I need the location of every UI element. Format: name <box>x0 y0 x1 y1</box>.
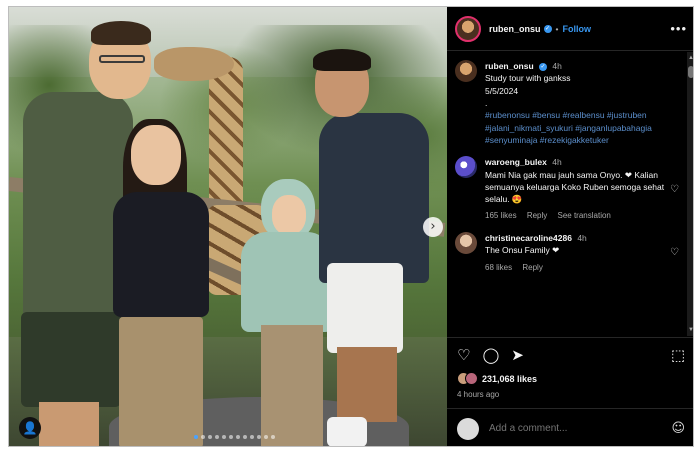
caption-row: ruben_onsu ✓ 4h Study tour with gankss 5… <box>455 60 679 146</box>
caption-body: ruben_onsu ✓ 4h Study tour with gankss 5… <box>485 60 679 146</box>
caption-line-1: Study tour with gankss <box>485 73 571 84</box>
action-icons: ♡ ◯ ➤ ⬚ <box>457 346 685 364</box>
instagram-post-modal: › 👤 ruben_onsu ✓ • Follow ••• ruben_onsu… <box>8 6 694 447</box>
follow-button[interactable]: Follow <box>563 24 592 34</box>
child-pants <box>261 325 323 446</box>
carousel-dot <box>215 435 219 439</box>
teen-legs <box>337 347 397 422</box>
post-photo[interactable]: › 👤 <box>9 7 447 446</box>
carousel-dot <box>264 435 268 439</box>
caption-author-avatar[interactable] <box>455 60 477 82</box>
see-translation-link[interactable]: See translation <box>558 211 611 220</box>
teen-shoes <box>327 417 367 446</box>
carousel-dots <box>194 435 275 439</box>
comment-body: waroeng_bulex 4h Mami Nia gak mau jauh s… <box>485 156 666 222</box>
teen-shirt <box>319 113 429 283</box>
scroll-up-arrow-icon[interactable]: ▲ <box>687 54 693 62</box>
current-user-avatar <box>457 417 479 440</box>
author-username[interactable]: ruben_onsu <box>489 24 541 34</box>
header-separator: • <box>555 23 559 34</box>
child-face <box>272 195 306 235</box>
carousel-dot <box>257 435 261 439</box>
comment-body: christinecaroline4286 4h The Onsu Family… <box>485 232 666 273</box>
carousel-dot <box>194 435 198 439</box>
carousel-dot <box>250 435 254 439</box>
share-send-icon[interactable]: ➤ <box>511 346 524 364</box>
commenter-avatar[interactable] <box>455 232 477 255</box>
carousel-dot <box>208 435 212 439</box>
comment-username[interactable]: christinecaroline4286 <box>485 233 572 243</box>
comment-like-heart-icon[interactable]: ♡ <box>670 247 679 258</box>
post-header: ruben_onsu ✓ • Follow ••• <box>447 7 693 51</box>
carousel-dot <box>236 435 240 439</box>
post-time-ago: 4 hours ago <box>457 390 500 399</box>
comment-row: christinecaroline4286 4h The Onsu Family… <box>455 232 679 273</box>
commenter-avatar[interactable] <box>455 156 477 179</box>
comment-likes[interactable]: 165 likes <box>485 211 517 220</box>
comment-meta: 165 likes Reply See translation <box>485 210 666 222</box>
comment-text: Mami Nia gak mau jauh sama Onyo. ❤ Kalia… <box>485 169 665 205</box>
scroll-down-arrow-icon[interactable]: ▼ <box>687 326 693 334</box>
carousel-dot <box>229 435 233 439</box>
comment-meta: 68 likes Reply <box>485 262 666 274</box>
more-options-icon[interactable]: ••• <box>670 21 687 36</box>
add-comment-input[interactable] <box>489 423 672 434</box>
carousel-dot <box>243 435 247 439</box>
caption-username[interactable]: ruben_onsu <box>485 61 534 71</box>
verified-badge-icon: ✓ <box>539 62 548 71</box>
carousel-dot <box>222 435 226 439</box>
comment-bubble-icon[interactable]: ◯ <box>482 346 499 364</box>
caption-line-3: . <box>485 97 488 108</box>
comment-time: 4h <box>577 233 587 244</box>
teen-shorts <box>327 263 403 353</box>
comment-likes[interactable]: 68 likes <box>485 263 512 272</box>
like-heart-icon[interactable]: ♡ <box>457 346 470 364</box>
author-avatar[interactable] <box>455 15 481 42</box>
scrollbar-thumb[interactable] <box>688 66 693 78</box>
likes-count[interactable]: 231,068 likes <box>482 374 537 384</box>
carousel-dot <box>271 435 275 439</box>
man-glasses <box>99 55 145 63</box>
add-comment-bar: ☺ <box>447 408 693 446</box>
man-hair <box>91 21 151 45</box>
comment-reply-button[interactable]: Reply <box>527 211 547 220</box>
girl-head <box>131 125 181 185</box>
comment-like-heart-icon[interactable]: ♡ <box>670 184 679 195</box>
man-legs <box>39 402 99 446</box>
man-shorts <box>21 312 121 407</box>
user-tag-icon[interactable]: 👤 <box>19 417 41 439</box>
caption-hashtags[interactable]: #rubenonsu #bensu #realbensu #justruben … <box>485 109 679 146</box>
caption-line-2: 5/5/2024 <box>485 85 519 96</box>
girl-pants <box>119 317 203 446</box>
carousel-next-button[interactable]: › <box>423 217 443 237</box>
caption-time: 4h <box>552 61 562 71</box>
comment-reply-button[interactable]: Reply <box>522 263 542 272</box>
liker-avatar <box>465 372 478 385</box>
post-sidebar: ruben_onsu ✓ • Follow ••• ruben_onsu ✓ 4… <box>447 7 693 446</box>
comment-text: The Onsu Family ❤ <box>485 245 560 256</box>
girl-jacket <box>113 192 209 317</box>
comments-scroll-area[interactable]: ruben_onsu ✓ 4h Study tour with gankss 5… <box>447 52 687 336</box>
comment-time: 4h <box>552 157 562 168</box>
carousel-dot <box>201 435 205 439</box>
save-bookmark-icon[interactable]: ⬚ <box>671 346 685 364</box>
verified-badge-icon: ✓ <box>543 24 552 33</box>
likes-summary[interactable]: 231,068 likes <box>457 372 685 385</box>
teen-hair <box>313 49 371 71</box>
comment-username[interactable]: waroeng_bulex <box>485 157 547 167</box>
comment-row: waroeng_bulex 4h Mami Nia gak mau jauh s… <box>455 156 679 222</box>
giraffe-head <box>154 47 234 81</box>
comments-scrollbar[interactable]: ▲ ▼ <box>687 52 693 336</box>
post-actions: ♡ ◯ ➤ ⬚ 231,068 likes 4 hours ago <box>447 337 693 407</box>
emoji-picker-icon[interactable]: ☺ <box>671 421 685 436</box>
